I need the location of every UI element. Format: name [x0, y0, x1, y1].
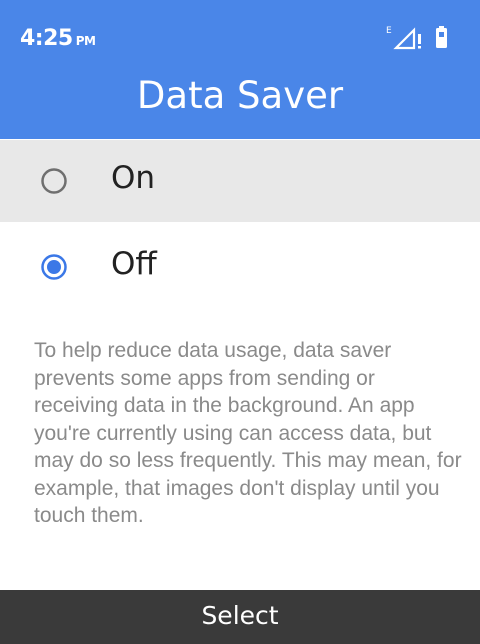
- header: Data Saver: [0, 64, 480, 139]
- softkey-bar: Select: [0, 590, 480, 644]
- option-on[interactable]: On: [0, 140, 480, 222]
- battery-icon: [436, 26, 447, 48]
- status-clock: 4:25: [20, 26, 73, 51]
- option-on-label: On: [111, 160, 156, 196]
- status-ampm: PM: [75, 34, 96, 48]
- select-softkey[interactable]: Select: [0, 601, 480, 630]
- option-off-label: Off: [111, 246, 157, 282]
- network-type-label: E: [386, 26, 392, 36]
- status-icons: E: [386, 26, 447, 50]
- option-off[interactable]: Off: [0, 226, 480, 308]
- radio-unchecked-icon[interactable]: [40, 167, 68, 195]
- signal-icon: [393, 27, 421, 50]
- page-title: Data Saver: [136, 74, 344, 117]
- description-text: To help reduce data usage, data saver pr…: [34, 339, 462, 527]
- radio-checked-icon[interactable]: [40, 253, 68, 281]
- status-time: 4:25 PM: [20, 26, 96, 51]
